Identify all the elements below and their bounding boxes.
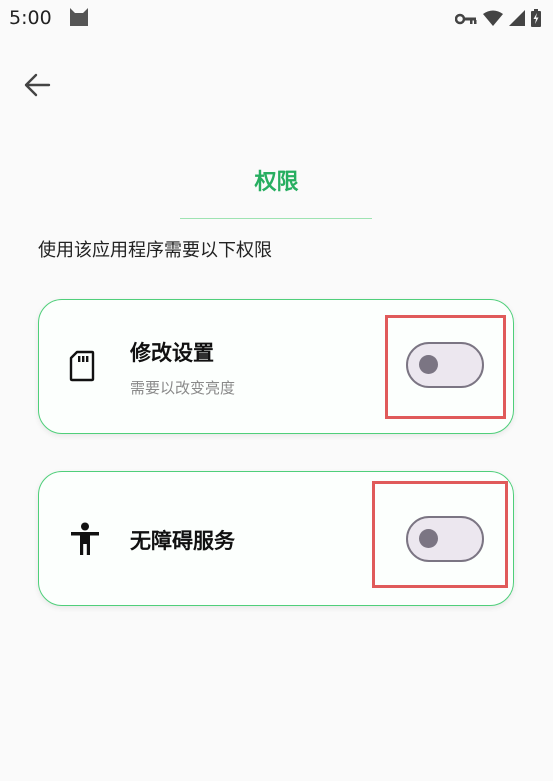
back-button[interactable] xyxy=(20,70,54,104)
accessibility-icon xyxy=(69,522,101,560)
sd-card-icon xyxy=(69,350,95,386)
signal-icon xyxy=(509,10,525,30)
title-divider xyxy=(180,218,372,219)
permission-title: 无障碍服务 xyxy=(130,529,235,553)
status-time: 5:00 xyxy=(9,7,52,29)
permission-title: 修改设置 xyxy=(130,341,214,365)
highlight-box xyxy=(372,481,508,588)
page-subtitle: 使用该应用程序需要以下权限 xyxy=(38,240,272,261)
permission-description: 需要以改变亮度 xyxy=(130,379,236,397)
status-icons xyxy=(454,9,541,31)
battery-icon xyxy=(531,9,541,31)
key-icon xyxy=(454,11,477,30)
cat-icon xyxy=(68,7,90,31)
page-title: 权限 xyxy=(254,170,299,195)
highlight-box xyxy=(385,315,506,419)
arrow-left-icon xyxy=(23,73,51,101)
wifi-icon xyxy=(483,10,503,30)
status-bar: 5:00 xyxy=(0,0,553,40)
